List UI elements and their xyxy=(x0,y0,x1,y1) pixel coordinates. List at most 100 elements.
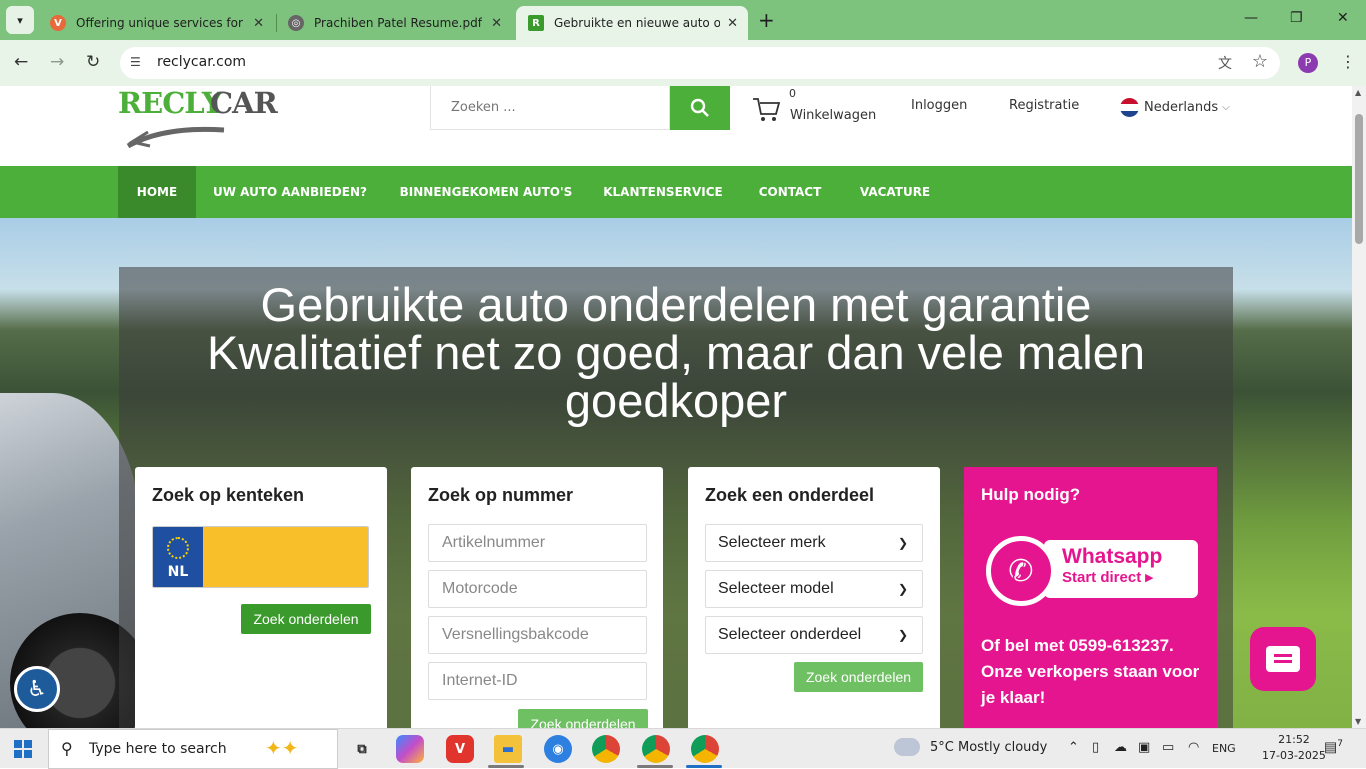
task-view-icon[interactable]: ⧉ xyxy=(348,735,376,763)
clock[interactable]: 21:52 17-03-2025 xyxy=(1262,732,1326,764)
cloudy-icon xyxy=(888,732,920,756)
login-link[interactable]: Inloggen xyxy=(911,98,967,113)
new-tab-icon[interactable]: + xyxy=(758,8,775,32)
reclycar-favicon-icon: R xyxy=(528,15,544,31)
search-parts-button[interactable]: Zoek onderdelen xyxy=(241,604,371,634)
whatsapp-icon: ✆ xyxy=(986,536,1056,606)
minimize-icon[interactable]: — xyxy=(1244,10,1258,26)
card-help: Hulp nodig? Whatsapp Start direct ▸ ✆ Of… xyxy=(964,467,1217,728)
display-icon[interactable]: ▣ xyxy=(1138,740,1150,755)
back-icon[interactable]: ← xyxy=(14,52,28,72)
chrome-beta-icon[interactable]: ◉ xyxy=(544,735,572,763)
site-logo[interactable]: RECLY CAR xyxy=(118,86,288,156)
tab-search-button[interactable]: ▾ xyxy=(6,6,34,34)
forward-icon[interactable]: → xyxy=(50,52,64,72)
internet-id-field[interactable]: Internet-ID xyxy=(428,662,647,700)
chevron-down-icon: ❯ xyxy=(897,582,908,596)
nav-vacature[interactable]: VACATURE xyxy=(850,166,940,218)
cart-icon[interactable] xyxy=(752,94,782,124)
chrome-active-icon[interactable] xyxy=(691,735,719,763)
battery-icon[interactable]: ▭ xyxy=(1162,740,1174,755)
tab-reclycar[interactable]: R Gebruikte en nieuwe auto onde ✕ xyxy=(516,6,748,40)
article-number-field[interactable]: Artikelnummer xyxy=(428,524,647,562)
nav-binnengekomen[interactable]: BINNENGEKOMEN AUTO'S xyxy=(392,166,580,218)
plate-field[interactable] xyxy=(203,527,368,587)
gearbox-code-field[interactable]: Versnellingsbakcode xyxy=(428,616,647,654)
register-link[interactable]: Registratie xyxy=(1009,98,1079,113)
hero-title: Gebruikte auto onderdelen met garantie K… xyxy=(207,278,1145,427)
chevron-down-icon: ❯ xyxy=(897,536,908,550)
nav-home[interactable]: HOME xyxy=(118,166,196,218)
bookmark-star-icon[interactable]: ☆ xyxy=(1252,51,1268,72)
logo-swoosh-icon xyxy=(126,126,225,149)
card-title: Zoek op nummer xyxy=(428,485,574,505)
search-button[interactable] xyxy=(670,86,730,130)
close-window-icon[interactable]: ✕ xyxy=(1337,10,1349,26)
whatsapp-button[interactable]: Whatsapp Start direct ▸ ✆ xyxy=(986,536,1198,606)
address-bar[interactable]: ☰ reclycar.com 文 ☆ xyxy=(120,47,1280,79)
language-selector[interactable]: Nederlands ⌵ xyxy=(1120,98,1230,117)
profile-avatar[interactable]: P xyxy=(1298,53,1318,73)
search-parts-button[interactable]: Zoek onderdelen xyxy=(518,709,648,728)
tab-offering[interactable]: V Offering unique services for tho ✕ xyxy=(38,6,274,40)
hero-section: Gebruikte auto onderdelen met garantie K… xyxy=(0,218,1352,728)
notification-icon[interactable]: ▤7 xyxy=(1324,739,1343,756)
cart-count: 0 xyxy=(789,87,796,100)
weather-widget[interactable]: 5°C Mostly cloudy xyxy=(888,732,1047,756)
close-tab-icon[interactable]: ✕ xyxy=(253,16,264,31)
model-select[interactable]: Selecteer model ❯ xyxy=(705,570,923,608)
device-icon[interactable]: ▯ xyxy=(1092,740,1099,755)
browser-menu-icon[interactable]: ⋮ xyxy=(1340,52,1356,71)
taskbar-search[interactable]: ⚲ Type here to search ✦✦ xyxy=(48,729,338,769)
chevron-down-icon: ❯ xyxy=(897,628,908,642)
windows-start-icon[interactable] xyxy=(14,740,32,758)
card-title: Hulp nodig? xyxy=(981,485,1081,504)
chevron-down-icon: ⌵ xyxy=(1222,102,1230,113)
engine-code-field[interactable]: Motorcode xyxy=(428,570,647,608)
nav-contact[interactable]: CONTACT xyxy=(750,166,830,218)
wifi-icon[interactable]: ◠ xyxy=(1188,740,1199,755)
translate-icon[interactable]: 文 xyxy=(1218,53,1232,73)
part-select[interactable]: Selecteer onderdeel ❯ xyxy=(705,616,923,654)
chevron-right-icon: ▸ xyxy=(1145,569,1153,586)
main-navigation: HOME UW AUTO AANBIEDEN? BINNENGEKOMEN AU… xyxy=(0,166,1352,218)
eu-stars-icon xyxy=(167,537,189,559)
chat-button[interactable] xyxy=(1250,627,1316,691)
chrome-icon[interactable] xyxy=(592,735,620,763)
browser-toolbar: ← → ↻ ☰ reclycar.com 文 ☆ xyxy=(0,40,1366,86)
close-tab-icon[interactable]: ✕ xyxy=(727,16,738,31)
cart-link[interactable]: Winkelwagen xyxy=(790,108,876,123)
globe-favicon-icon: ◎ xyxy=(288,15,304,31)
tab-resume[interactable]: ◎ Prachiben Patel Resume.pdf ✕ xyxy=(276,6,512,40)
show-hidden-icons-icon[interactable]: ⌃ xyxy=(1068,740,1079,755)
search-input[interactable] xyxy=(431,86,669,129)
card-title: Zoek een onderdeel xyxy=(705,485,875,505)
nav-auto-aanbieden[interactable]: UW AUTO AANBIEDEN? xyxy=(205,166,375,218)
page-scrollbar[interactable]: ▲ ▼ xyxy=(1352,86,1366,728)
site-info-icon[interactable]: ☰ xyxy=(130,55,141,69)
reload-icon[interactable]: ↻ xyxy=(86,52,100,72)
accessibility-icon[interactable]: ♿ xyxy=(14,666,60,712)
scroll-up-icon[interactable]: ▲ xyxy=(1355,88,1361,97)
file-explorer-icon[interactable]: ▬ xyxy=(494,735,522,763)
search-icon: ⚲ xyxy=(61,739,73,758)
close-tab-icon[interactable]: ✕ xyxy=(491,16,502,31)
license-plate-input[interactable]: NL xyxy=(152,526,369,588)
brand-select[interactable]: Selecteer merk ❯ xyxy=(705,524,923,562)
nl-flag-icon xyxy=(1120,98,1139,117)
vivaldi-icon[interactable]: V xyxy=(446,735,474,763)
scroll-down-icon[interactable]: ▼ xyxy=(1355,717,1361,726)
card-search-number: Zoek op nummer Artikelnummer Motorcode V… xyxy=(411,467,663,728)
restore-icon[interactable]: ❐ xyxy=(1290,10,1303,26)
onedrive-icon[interactable]: ☁ xyxy=(1114,740,1127,755)
scroll-thumb[interactable] xyxy=(1355,114,1363,244)
webpage: RECLY CAR 0 Winkelwagen Inloggen Registr… xyxy=(0,86,1352,728)
language-indicator[interactable]: ENG xyxy=(1212,742,1236,755)
call-text: Of bel met 0599-613237. Onze verkopers s… xyxy=(981,636,1200,707)
search-parts-button[interactable]: Zoek onderdelen xyxy=(794,662,923,692)
chrome-profile-icon[interactable] xyxy=(642,735,670,763)
sparkle-icon: ✦✦ xyxy=(265,736,299,760)
url-text[interactable]: reclycar.com xyxy=(157,54,246,70)
copilot-icon[interactable] xyxy=(396,735,424,763)
nav-klantenservice[interactable]: KLANTENSERVICE xyxy=(597,166,729,218)
